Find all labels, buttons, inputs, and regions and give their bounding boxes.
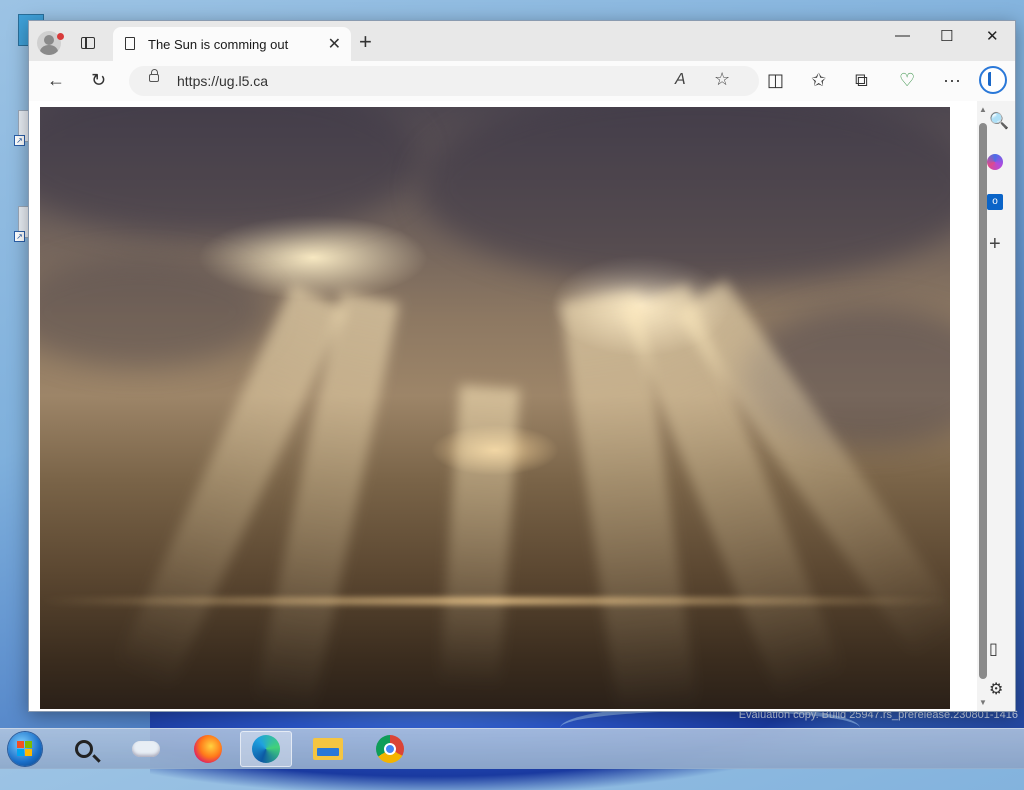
firefox-icon[interactable] (186, 731, 230, 767)
chrome-icon[interactable] (368, 731, 412, 767)
tab-bar: The Sun is comming out ✕ + — ☐ ✕ (29, 21, 1015, 61)
copilot-icon[interactable] (979, 66, 1007, 94)
sidebar-settings-icon[interactable]: ⚙ (989, 679, 1003, 699)
tab-active[interactable]: The Sun is comming out ✕ (113, 27, 351, 61)
vertical-scrollbar[interactable]: ▲ ▼ (977, 101, 989, 711)
toolbar: ← ↻ https://ug.l5.ca A ☆ ◫ ✩ ⧉ ♡ ··· (29, 61, 1015, 101)
page-content (29, 101, 977, 711)
lock-icon (149, 69, 159, 82)
outlook-icon[interactable]: o (987, 194, 1003, 210)
url-text: https://ug.l5.ca (177, 73, 269, 89)
hide-sidebar-icon[interactable]: ▯ (989, 639, 998, 659)
search-icon[interactable]: 🔍 (989, 111, 1009, 131)
file-explorer-icon[interactable] (306, 731, 350, 767)
profile-notification-dot (57, 33, 64, 40)
taskbar (0, 728, 1024, 769)
edge-taskbar-icon[interactable] (240, 731, 292, 767)
sun-rays-photo (40, 107, 950, 709)
favorite-star-icon[interactable]: ☆ (714, 69, 730, 90)
search-taskbar-icon[interactable] (62, 731, 106, 767)
back-button[interactable]: ← (47, 70, 65, 91)
scroll-up-arrow[interactable]: ▲ (979, 105, 987, 114)
tab-close-icon[interactable]: ✕ (328, 34, 341, 54)
tab-actions-icon[interactable] (81, 37, 95, 49)
scroll-thumb[interactable] (979, 123, 987, 679)
start-button[interactable] (8, 732, 42, 766)
minimize-button[interactable]: — (895, 27, 910, 44)
new-tab-button[interactable]: + (359, 29, 372, 55)
browser-essentials-icon[interactable]: ♡ (899, 70, 915, 91)
close-window-button[interactable]: ✕ (986, 27, 999, 45)
maximize-button[interactable]: ☐ (940, 27, 953, 45)
read-aloud-icon[interactable]: A (675, 71, 686, 89)
copilot-sidebar-icon[interactable] (987, 154, 1003, 170)
tab-title: The Sun is comming out (148, 37, 289, 52)
weather-icon[interactable] (124, 731, 168, 767)
more-options-icon[interactable]: ··· (943, 70, 961, 91)
address-bar[interactable]: https://ug.l5.ca A ☆ (129, 66, 759, 96)
page-icon (125, 37, 135, 50)
add-sidebar-app-icon[interactable]: + (989, 233, 1001, 256)
collections-icon[interactable]: ⧉ (855, 70, 868, 91)
favorites-icon[interactable]: ✩ (811, 70, 826, 91)
split-screen-icon[interactable]: ◫ (767, 70, 784, 91)
browser-window: The Sun is comming out ✕ + — ☐ ✕ ← ↻ htt… (28, 20, 1016, 712)
scroll-down-arrow[interactable]: ▼ (979, 698, 987, 707)
horizon-glow (40, 597, 950, 605)
refresh-button[interactable]: ↻ (91, 70, 106, 91)
